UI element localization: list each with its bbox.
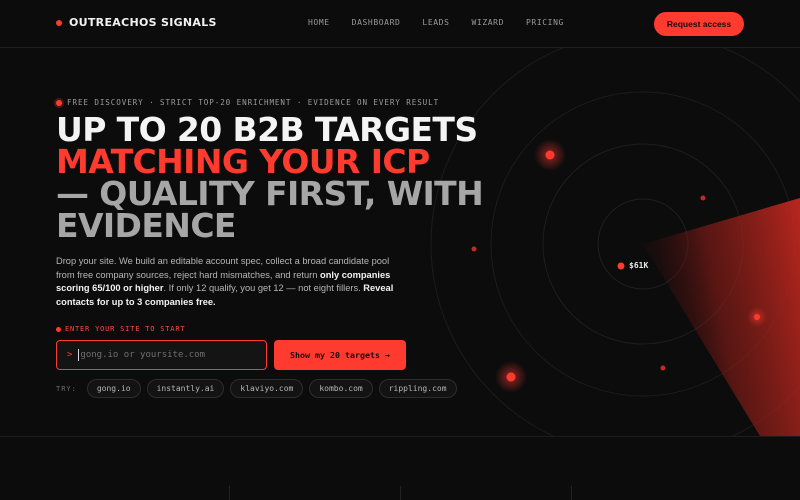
try-label: TRY: (56, 384, 77, 393)
try-chip-gong[interactable]: gong.io (86, 379, 141, 398)
request-access-button[interactable]: Request access (654, 12, 744, 36)
radar-blip-2 (506, 372, 516, 382)
hero-description: Drop your site. We build an editable acc… (56, 255, 406, 310)
site-input-label: ENTER YOUR SITE TO START (56, 325, 185, 333)
column-divider-2 (400, 486, 401, 500)
prompt-chevron-icon: > (67, 350, 73, 360)
radar-marker-dot (617, 262, 625, 270)
radar-blip-6 (660, 365, 666, 371)
radar-blip-4 (471, 246, 477, 252)
top-nav: OUTREACHOS SIGNALS HOME DASHBOARD LEADS … (0, 0, 800, 48)
column-divider-1 (229, 486, 230, 500)
try-examples: TRY: gong.io instantly.ai klaviyo.com ko… (56, 379, 457, 398)
nav-links: HOME DASHBOARD LEADS WIZARD PRICING (308, 18, 564, 27)
nav-link-pricing[interactable]: PRICING (526, 18, 564, 27)
headline-line-4: EVIDENCE (56, 206, 236, 245)
brand-logo[interactable]: OUTREACHOS SIGNALS (56, 16, 217, 29)
site-input[interactable] (80, 350, 251, 360)
radar-blip-5 (700, 195, 706, 201)
eyebrow-dot-icon (56, 99, 62, 106)
radar-marker-label: $61K (629, 261, 649, 270)
column-divider-3 (571, 486, 572, 500)
brand-dot-icon (56, 19, 62, 26)
nav-link-leads[interactable]: LEADS (422, 18, 449, 27)
text-caret (78, 349, 80, 361)
radar-blip-1 (545, 150, 555, 160)
try-chip-klaviyo[interactable]: klaviyo.com (230, 379, 304, 398)
site-input-label-text: ENTER YOUR SITE TO START (65, 325, 186, 333)
radar-blip-3 (754, 314, 760, 320)
try-chip-instantly[interactable]: instantly.ai (146, 379, 225, 398)
try-chip-kombo[interactable]: kombo.com (309, 379, 373, 398)
section-divider (0, 436, 800, 437)
nav-link-home[interactable]: HOME (308, 18, 330, 27)
try-chip-rippling[interactable]: rippling.com (378, 379, 457, 398)
eyebrow-text: FREE DISCOVERY · STRICT TOP-20 ENRICHMEN… (67, 98, 440, 107)
show-targets-button[interactable]: Show my 20 targets → (274, 340, 406, 370)
nav-link-dashboard[interactable]: DASHBOARD (352, 18, 401, 27)
desc-part-2: . If only 12 qualify, you get 12 — not e… (163, 283, 364, 294)
hero-headline: UP TO 20 B2B TARGETS MATCHING YOUR ICP —… (56, 113, 484, 245)
nav-link-wizard[interactable]: WIZARD (472, 18, 505, 27)
radar-sweep-beam (643, 198, 800, 436)
brand-name: OUTREACHOS SIGNALS (69, 16, 217, 29)
site-input-field[interactable]: > (56, 340, 267, 370)
hero-eyebrow: FREE DISCOVERY · STRICT TOP-20 ENRICHMEN… (56, 98, 439, 107)
label-dot-icon (56, 326, 61, 332)
